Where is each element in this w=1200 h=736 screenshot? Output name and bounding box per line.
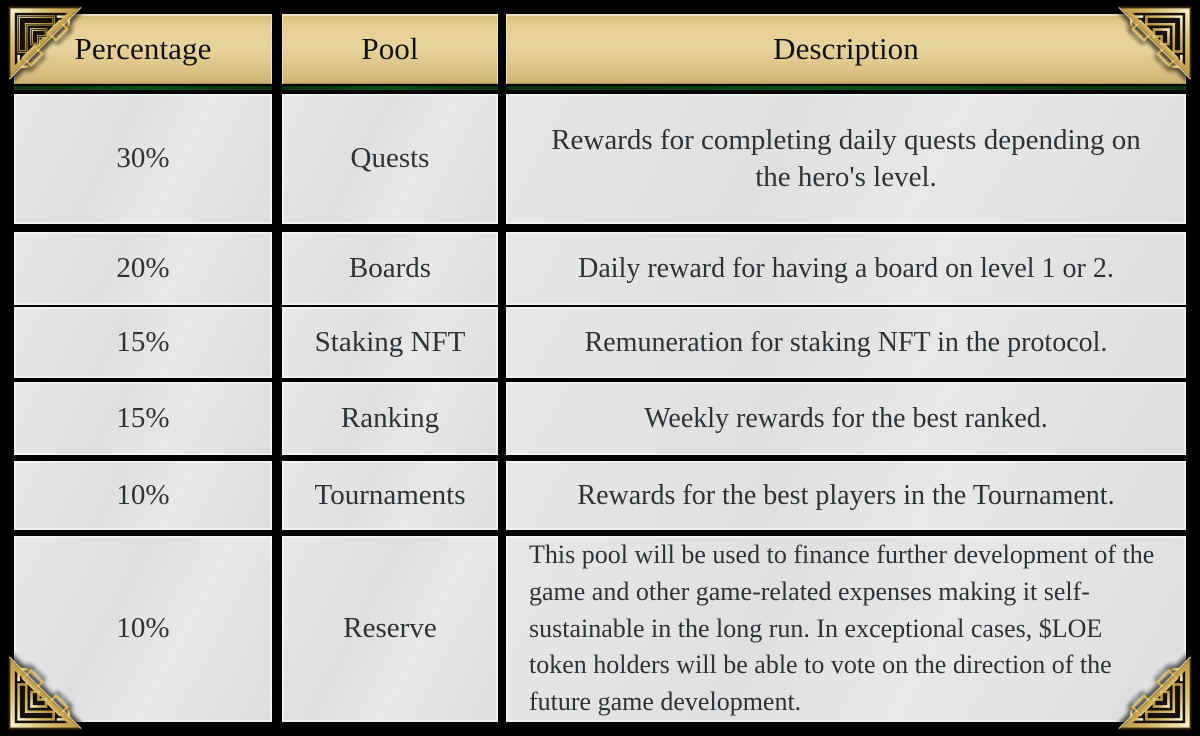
header-cell-description: Description <box>506 14 1186 84</box>
header-underline-glow <box>506 86 1186 90</box>
description-value: Daily reward for having a board on level… <box>578 252 1114 284</box>
table-cell-description: Rewards for the best players in the Tour… <box>506 461 1186 530</box>
percentage-value: 30% <box>116 142 170 175</box>
percentage-value: 15% <box>116 401 170 434</box>
table-cell-pool: Boards <box>282 232 498 305</box>
percentage-value: 10% <box>116 478 170 511</box>
table-cell-description: Remuneration for staking NFT in the prot… <box>506 307 1186 378</box>
header-label-pool: Pool <box>361 31 419 66</box>
table-cell-pool: Staking NFT <box>282 307 498 378</box>
header-cell-pool: Pool <box>282 14 498 84</box>
distribution-table: Percentage Pool Description 30% Quests R… <box>0 0 1200 736</box>
table-cell-description: Weekly rewards for the best ranked. <box>506 382 1186 455</box>
description-value: Remuneration for staking NFT in the prot… <box>584 326 1108 358</box>
description-value: Rewards for the best players in the Tour… <box>577 479 1115 511</box>
pool-value: Tournaments <box>314 478 466 511</box>
table-cell-percentage: 30% <box>14 94 272 224</box>
pool-value: Staking NFT <box>314 325 466 358</box>
percentage-value: 15% <box>116 325 170 358</box>
description-value: Rewards for completing daily quests depe… <box>551 123 1141 193</box>
header-underline-glow <box>14 86 272 90</box>
table-cell-pool: Quests <box>282 94 498 224</box>
table-cell-percentage: 15% <box>14 307 272 378</box>
percentage-value: 10% <box>116 612 170 645</box>
table-cell-pool: Ranking <box>282 382 498 455</box>
header-label-percentage: Percentage <box>74 31 212 66</box>
pool-value: Quests <box>350 142 430 175</box>
table-cell-percentage: 10% <box>14 461 272 530</box>
pool-value: Ranking <box>340 401 440 434</box>
table-cell-percentage: 20% <box>14 232 272 305</box>
table-cell-pool: Reserve <box>282 536 498 722</box>
header-label-description: Description <box>773 31 919 66</box>
table-cell-description: Rewards for completing daily quests depe… <box>506 94 1186 224</box>
description-value: This pool will be used to finance furthe… <box>529 539 1155 717</box>
table-cell-percentage: 10% <box>14 536 272 722</box>
table-cell-percentage: 15% <box>14 382 272 455</box>
table-cell-description: This pool will be used to finance furthe… <box>506 536 1186 722</box>
header-underline-glow <box>282 86 498 90</box>
percentage-value: 20% <box>116 251 170 284</box>
description-value: Weekly rewards for the best ranked. <box>644 402 1048 434</box>
table-cell-description: Daily reward for having a board on level… <box>506 232 1186 305</box>
header-cell-percentage: Percentage <box>14 14 272 84</box>
pool-value: Boards <box>348 251 432 284</box>
pool-value: Reserve <box>343 612 437 645</box>
table-cell-pool: Tournaments <box>282 461 498 530</box>
